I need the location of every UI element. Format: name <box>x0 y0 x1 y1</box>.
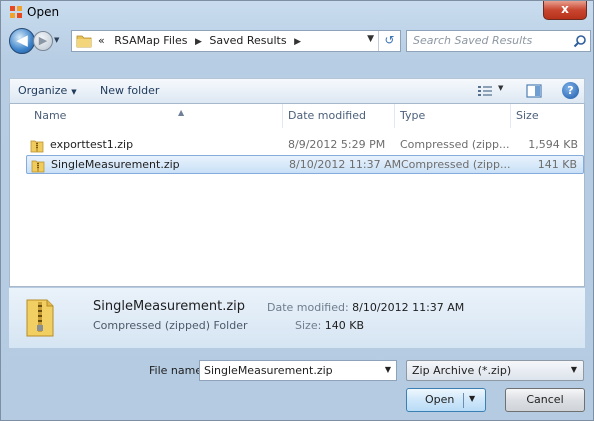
organize-label: Organize <box>18 84 68 97</box>
refresh-button[interactable]: ↺ <box>378 31 400 51</box>
change-view-icon[interactable] <box>478 85 492 97</box>
search-placeholder: Search Saved Results <box>413 34 533 47</box>
file-name-value: SingleMeasurement.zip <box>204 364 333 377</box>
open-dialog: Open x ◀ ▶ ▼ « RSAMap Files ▶ Saved Resu… <box>0 0 594 421</box>
table-row[interactable]: exporttest1.zip 8/9/2012 5:29 PM Compres… <box>26 136 584 155</box>
split-divider <box>463 393 464 408</box>
address-history-dropdown[interactable]: ▼ <box>367 34 374 44</box>
details-size-key: Size: <box>295 319 322 332</box>
details-size-value: 140 KB <box>324 319 365 332</box>
search-input[interactable]: Search Saved Results <box>406 30 591 52</box>
file-list[interactable]: Name ▲ Date modified Type Size exporttes… <box>9 104 585 287</box>
chevron-down-icon: ▼ <box>570 365 577 374</box>
column-headers: Name ▲ Date modified Type Size <box>10 104 584 128</box>
command-bar: Organize ▼ New folder ▼ ? <box>9 78 585 104</box>
breadcrumb-item-saved-results[interactable]: Saved Results <box>209 34 286 47</box>
details-pane: SingleMeasurement.zip Compressed (zipped… <box>9 288 585 348</box>
breadcrumb-overflow[interactable]: « <box>98 34 105 47</box>
organize-menu[interactable]: Organize ▼ <box>18 84 77 97</box>
zip-folder-icon <box>31 160 45 173</box>
details-date-modified: Date modified: 8/10/2012 11:37 AM <box>267 301 464 314</box>
breadcrumb-separator[interactable]: ▶ <box>195 37 202 47</box>
preview-pane-icon[interactable] <box>526 83 542 99</box>
dialog-app-icon <box>10 6 22 18</box>
help-button[interactable]: ? <box>562 82 579 99</box>
table-row-selected[interactable]: SingleMeasurement.zip 8/10/2012 11:37 AM… <box>26 155 584 174</box>
new-folder-button[interactable]: New folder <box>100 84 159 97</box>
title-bar[interactable]: Open x <box>1 1 593 23</box>
column-header-name[interactable]: Name ▲ <box>34 108 184 133</box>
view-options-dropdown[interactable]: ▼ <box>498 84 503 92</box>
file-type: Compressed (zipp... <box>401 158 511 171</box>
file-name: exporttest1.zip <box>50 138 134 151</box>
back-button[interactable]: ◀ <box>9 28 35 54</box>
column-header-type[interactable]: Type <box>394 104 425 128</box>
address-row: ◀ ▶ ▼ « RSAMap Files ▶ Saved Results ▶ ▼… <box>1 23 593 57</box>
details-file-name: SingleMeasurement.zip <box>93 299 246 314</box>
file-type-select[interactable]: Zip Archive (*.zip) ▼ <box>406 360 584 381</box>
file-date: 8/10/2012 11:37 AM <box>289 158 402 171</box>
file-name: SingleMeasurement.zip <box>51 158 180 171</box>
search-icon <box>573 35 586 48</box>
cancel-button[interactable]: Cancel <box>505 388 585 412</box>
column-header-date[interactable]: Date modified <box>282 104 366 128</box>
column-label-name: Name <box>34 109 67 122</box>
sort-ascending-icon: ▲ <box>178 108 185 117</box>
zip-folder-icon <box>26 299 54 337</box>
column-header-size[interactable]: Size <box>510 104 539 128</box>
back-arrow-icon: ◀ <box>16 31 28 49</box>
forward-button[interactable]: ▶ <box>33 31 53 51</box>
details-date-key: Date modified: <box>267 301 349 314</box>
chevron-down-icon: ▼ <box>71 88 77 96</box>
recent-locations-dropdown[interactable]: ▼ <box>54 36 59 44</box>
address-bar[interactable]: « RSAMap Files ▶ Saved Results ▶ ▼ ↺ <box>71 30 401 52</box>
file-type-value: Zip Archive (*.zip) <box>412 364 512 377</box>
breadcrumb-separator[interactable]: ▶ <box>294 37 301 47</box>
close-icon: x <box>561 2 569 16</box>
file-name-label: File name: <box>149 364 206 377</box>
open-options-dropdown[interactable]: ▼ <box>469 394 475 403</box>
open-button[interactable]: Open ▼ <box>406 388 486 412</box>
help-icon: ? <box>567 84 574 97</box>
details-date-value: 8/10/2012 11:37 AM <box>352 301 465 314</box>
zip-folder-icon <box>30 140 44 153</box>
file-type: Compressed (zipp... <box>400 138 510 151</box>
window-title: Open <box>27 5 60 19</box>
chevron-down-icon[interactable]: ▼ <box>385 365 391 374</box>
open-label: Open <box>425 393 455 406</box>
refresh-icon: ↺ <box>384 33 395 47</box>
details-size: Size: 140 KB <box>295 319 364 332</box>
folder-icon <box>76 35 92 48</box>
details-file-type: Compressed (zipped) Folder <box>93 319 248 332</box>
file-name-field[interactable]: SingleMeasurement.zip ▼ <box>199 360 397 381</box>
breadcrumb: « RSAMap Files ▶ Saved Results ▶ <box>98 34 305 47</box>
file-date: 8/9/2012 5:29 PM <box>288 138 386 151</box>
forward-arrow-icon: ▶ <box>38 34 48 47</box>
breadcrumb-item-rsamap-files[interactable]: RSAMap Files <box>114 34 187 47</box>
close-button[interactable]: x <box>543 1 587 20</box>
file-size: 141 KB <box>537 158 577 171</box>
file-size: 1,594 KB <box>528 138 578 151</box>
